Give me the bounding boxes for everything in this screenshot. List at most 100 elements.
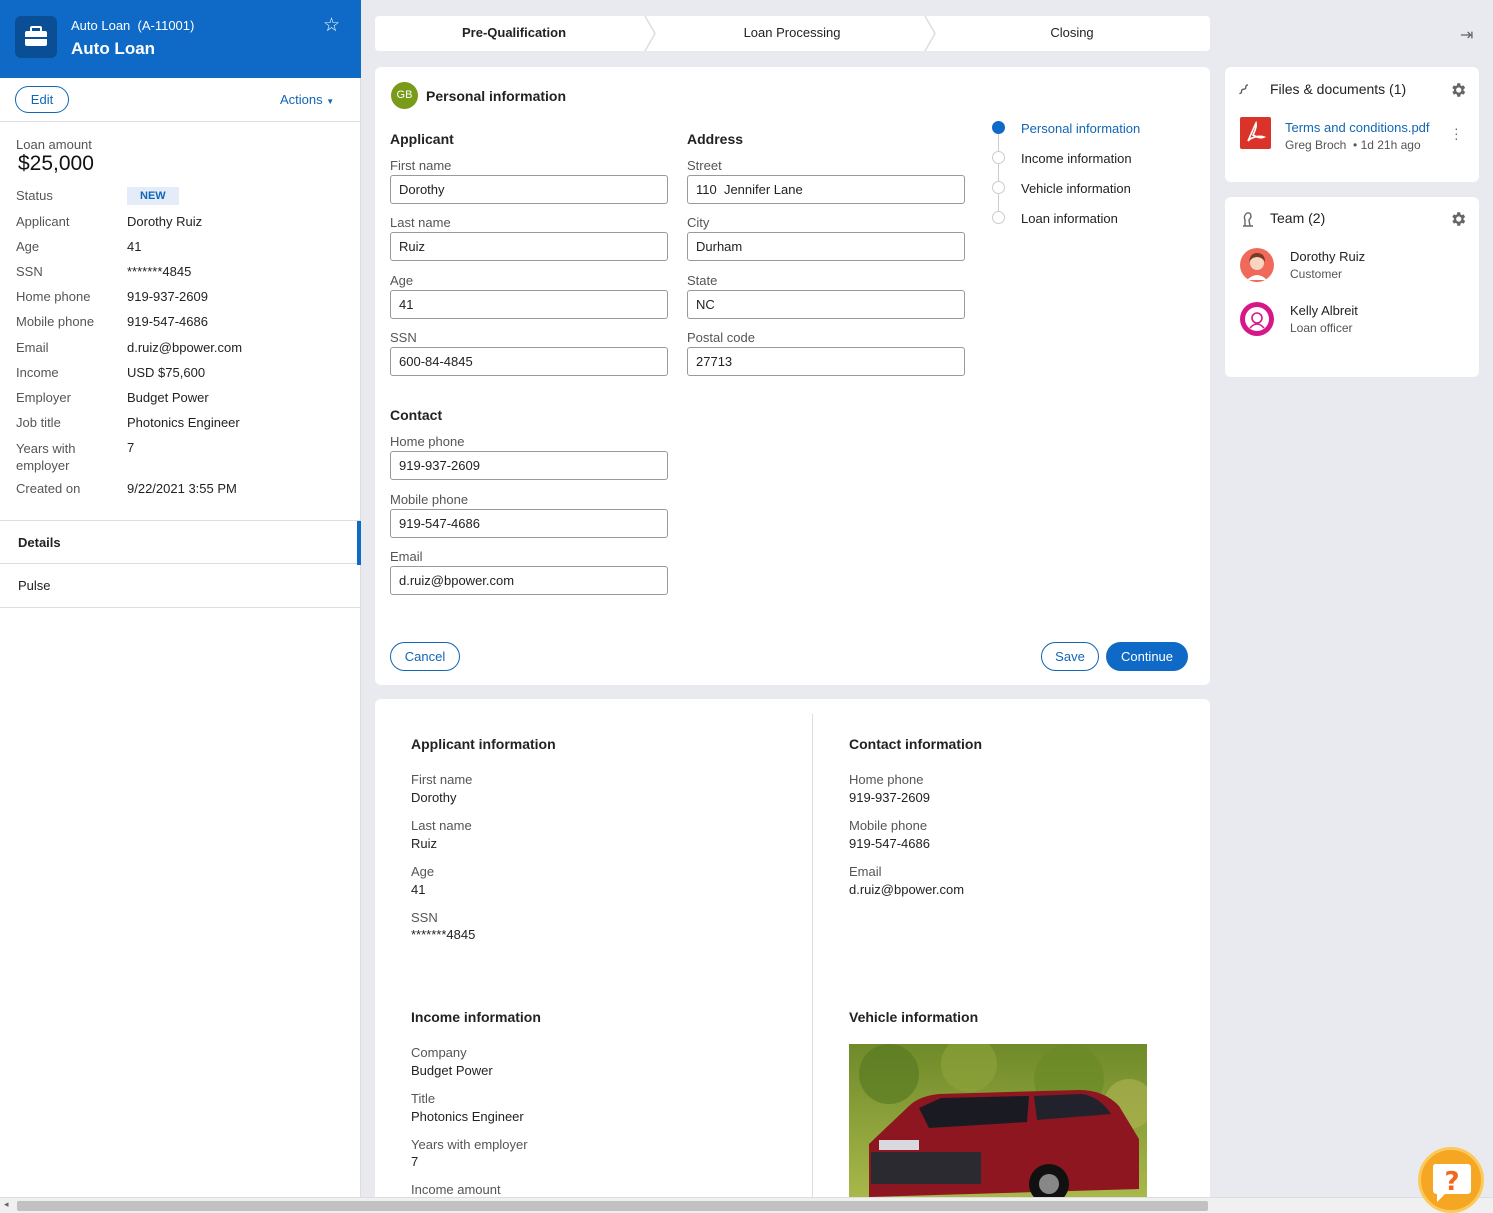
tab-pulse-label: Pulse bbox=[18, 578, 51, 593]
field-label-mobile-phone: Mobile phone bbox=[16, 314, 95, 329]
state-label: State bbox=[687, 273, 718, 288]
field-value-applicant: Dorothy Ruiz bbox=[127, 214, 203, 229]
ssn-label: SSN bbox=[390, 330, 417, 345]
detail-home-phone-label: Home phone bbox=[849, 772, 924, 787]
column-divider bbox=[812, 714, 813, 1197]
detail-ssn-label: SSN bbox=[411, 910, 438, 925]
field-value-employer: Budget Power bbox=[127, 390, 209, 405]
tab-details-label: Details bbox=[18, 535, 61, 550]
contact-info-heading: Contact information bbox=[849, 736, 982, 752]
mobile-phone-field[interactable]: 919-547-4686 bbox=[390, 509, 668, 538]
city-label: City bbox=[687, 215, 710, 230]
detail-title-value: Photonics Engineer bbox=[411, 1109, 524, 1124]
form-title: Personal information bbox=[426, 88, 567, 104]
horizontal-scrollbar[interactable]: ◂ bbox=[0, 1197, 1493, 1213]
detail-years-label: Years with employer bbox=[411, 1137, 528, 1152]
case-title: Auto Loan bbox=[71, 39, 156, 58]
field-label-employer: Employer bbox=[16, 390, 71, 405]
step-personal-information[interactable]: Personal information bbox=[1021, 121, 1140, 136]
email-field[interactable]: d.ruiz@bpower.com bbox=[390, 566, 668, 595]
continue-button[interactable]: Continue bbox=[1106, 642, 1188, 671]
collapse-panel-icon[interactable]: ⇥ bbox=[1460, 25, 1473, 45]
city-field[interactable]: Durham bbox=[687, 232, 965, 261]
detail-company-value: Budget Power bbox=[411, 1063, 493, 1078]
field-value-job-title: Photonics Engineer bbox=[127, 415, 240, 430]
field-value-income: USD $75,600 bbox=[127, 365, 206, 380]
stage-loan-processing[interactable]: Loan Processing bbox=[653, 25, 931, 40]
detail-email-link[interactable]: d.ruiz@bpower.com bbox=[849, 882, 964, 897]
home-phone-link[interactable]: 919-937-2609 bbox=[127, 289, 208, 304]
field-label-income: Income bbox=[16, 365, 59, 380]
tab-pulse[interactable]: Pulse bbox=[0, 564, 361, 608]
vehicle-info-heading: Vehicle information bbox=[849, 1009, 979, 1025]
scroll-left-icon[interactable]: ◂ bbox=[4, 1199, 9, 1210]
cancel-button[interactable]: Cancel bbox=[390, 642, 460, 671]
first-name-label: First name bbox=[390, 158, 452, 173]
team-title: Team (2) bbox=[1270, 210, 1326, 226]
save-button[interactable]: Save bbox=[1041, 642, 1099, 671]
file-link[interactable]: Terms and conditions.pdf bbox=[1285, 120, 1430, 135]
detail-email-label: Email bbox=[849, 864, 882, 879]
age-field[interactable]: 41 bbox=[390, 290, 668, 319]
tab-details[interactable]: Details bbox=[0, 520, 361, 565]
home-phone-label: Home phone bbox=[390, 434, 465, 449]
postal-code-label: Postal code bbox=[687, 330, 755, 345]
detail-first-name-value: Dorothy bbox=[411, 790, 457, 805]
field-label-status: Status bbox=[16, 188, 53, 203]
scrollbar-thumb[interactable] bbox=[17, 1201, 1208, 1211]
stage-pre-qualification[interactable]: Pre-Qualification bbox=[375, 25, 653, 40]
first-name-field[interactable]: Dorothy bbox=[390, 175, 668, 204]
step-vehicle-information[interactable]: Vehicle information bbox=[1021, 181, 1131, 196]
avatar: GB bbox=[391, 82, 418, 109]
status-badge: NEW bbox=[127, 187, 179, 205]
detail-age-value: 41 bbox=[411, 882, 426, 897]
step-dot bbox=[992, 211, 1005, 224]
home-phone-field[interactable]: 919-937-2609 bbox=[390, 451, 668, 480]
field-label-job-title: Job title bbox=[16, 415, 61, 430]
loan-amount-label: Loan amount bbox=[16, 137, 92, 152]
field-label-home-phone: Home phone bbox=[16, 289, 91, 304]
detail-company-label: Company bbox=[411, 1045, 467, 1060]
contact-heading: Contact bbox=[390, 407, 443, 423]
detail-mobile-phone-link[interactable]: 919-547-4686 bbox=[849, 836, 930, 851]
last-name-field[interactable]: Ruiz bbox=[390, 232, 668, 261]
street-label: Street bbox=[687, 158, 722, 173]
step-dot bbox=[992, 151, 1005, 164]
detail-last-name-value: Ruiz bbox=[411, 836, 438, 851]
edit-button[interactable]: Edit bbox=[15, 86, 69, 113]
street-field[interactable]: 110 Jennifer Lane bbox=[687, 175, 965, 204]
state-field[interactable]: NC bbox=[687, 290, 965, 319]
team-card bbox=[1225, 197, 1479, 377]
field-value-years-with-employer: 7 bbox=[127, 440, 135, 455]
step-income-information[interactable]: Income information bbox=[1021, 151, 1132, 166]
detail-home-phone-link[interactable]: 919-937-2609 bbox=[849, 790, 930, 805]
help-button[interactable]: ? bbox=[1418, 1147, 1484, 1213]
ssn-field[interactable]: 600-84-4845 bbox=[390, 347, 668, 376]
divider bbox=[0, 121, 361, 122]
actions-menu[interactable]: Actions ▼ bbox=[280, 92, 334, 107]
team-member-role: Customer bbox=[1290, 267, 1343, 281]
svg-text:?: ? bbox=[1444, 1167, 1459, 1197]
last-name-label: Last name bbox=[390, 215, 451, 230]
briefcase-icon bbox=[15, 16, 57, 58]
gear-icon[interactable] bbox=[1449, 210, 1467, 228]
mobile-phone-link[interactable]: 919-547-4686 bbox=[127, 314, 208, 329]
team-member-role: Loan officer bbox=[1290, 321, 1353, 335]
detail-title-label: Title bbox=[411, 1091, 436, 1106]
loan-amount-value: $25,000 bbox=[18, 152, 94, 175]
more-options-icon[interactable]: · · · bbox=[1454, 121, 1459, 145]
case-subtitle: Auto Loan (A-11001) bbox=[71, 18, 195, 33]
email-link[interactable]: d.ruiz@bpower.com bbox=[127, 340, 242, 355]
field-label-ssn: SSN bbox=[16, 264, 43, 279]
files-title: Files & documents (1) bbox=[1270, 81, 1407, 97]
address-heading: Address bbox=[687, 131, 744, 147]
step-dot bbox=[992, 181, 1005, 194]
postal-code-field[interactable]: 27713 bbox=[687, 347, 965, 376]
stage-closing[interactable]: Closing bbox=[933, 25, 1211, 40]
detail-mobile-phone-label: Mobile phone bbox=[849, 818, 928, 833]
gear-icon[interactable] bbox=[1449, 81, 1467, 99]
field-value-age: 41 bbox=[127, 239, 142, 254]
detail-years-value: 7 bbox=[411, 1154, 419, 1169]
step-loan-information[interactable]: Loan information bbox=[1021, 211, 1118, 226]
star-icon[interactable]: ☆ bbox=[323, 14, 340, 37]
